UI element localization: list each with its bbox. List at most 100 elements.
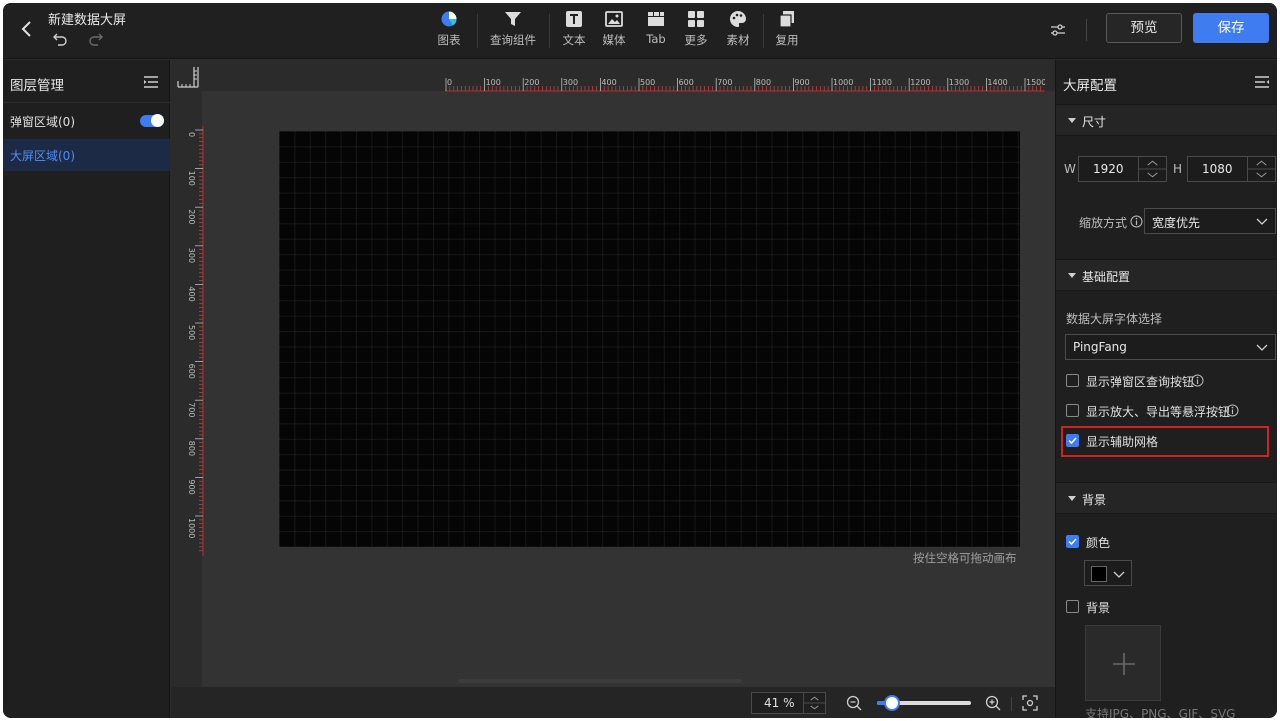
checkbox-popup-query-button[interactable]: [1066, 374, 1079, 387]
ruler-label: 300: [187, 248, 196, 263]
scale-mode-value: 宽度优先: [1152, 216, 1201, 230]
screen-canvas[interactable]: [279, 131, 1020, 547]
info-icon[interactable]: [1130, 215, 1143, 228]
tool-tab[interactable]: Tab: [643, 8, 669, 54]
tool-chart[interactable]: 图表: [433, 8, 465, 54]
redo-icon[interactable]: [88, 31, 104, 47]
zoom-slider[interactable]: [877, 695, 971, 711]
layer-item-popup-area[interactable]: 弹窗区域(0): [3, 104, 170, 138]
toolbar-divider: [477, 14, 478, 48]
ruler-label: 700: [187, 402, 196, 417]
preview-button[interactable]: 预览: [1106, 13, 1182, 43]
ruler-label: 700: [717, 78, 732, 87]
tool-text[interactable]: 文本: [561, 8, 587, 54]
chevron-down-icon: [1113, 571, 1125, 578]
tool-media[interactable]: 媒体: [601, 8, 627, 54]
grid-icon: [688, 11, 704, 27]
vertical-ruler: 0 100 200 300 400 500 600 700 800 900 1000: [187, 126, 204, 556]
section-title: 基础配置: [1082, 270, 1131, 284]
tool-materials[interactable]: 素材: [725, 8, 751, 54]
layer-panel: 图层管理 弹窗区域(0) 大屏区域(0): [3, 60, 170, 718]
layer-panel-title: 图层管理: [10, 78, 64, 94]
horizontal-ruler: 0 100 200 300 400 500 600 700 800 900 1000 1100 1200…: [445, 78, 1045, 92]
ruler-label: 900: [187, 479, 196, 494]
drag-hint: 按住空格可拖动画布: [913, 551, 1017, 565]
zoom-input[interactable]: 41 %: [751, 692, 826, 714]
canvas-area[interactable]: 0 100 200 300 400 500 600 700 800 900 1000 1100 1200…: [171, 60, 1055, 687]
color-picker[interactable]: [1084, 560, 1132, 586]
fit-screen-icon[interactable]: [1022, 695, 1038, 711]
checkbox-bg-color[interactable]: [1066, 535, 1079, 548]
save-button[interactable]: 保存: [1193, 13, 1269, 43]
section-title: 背景: [1082, 493, 1107, 507]
upload-hint: 支持JPG、PNG、GIF、SVG: [1085, 707, 1236, 718]
ruler-label: 800: [187, 441, 196, 456]
ruler-corner-icon[interactable]: [177, 66, 199, 88]
collapse-menu-icon[interactable]: [144, 76, 158, 88]
section-size-header[interactable]: 尺寸: [1056, 104, 1277, 136]
section-title: 尺寸: [1082, 115, 1107, 129]
ruler-label: 1400: [987, 78, 1007, 87]
section-background-header[interactable]: 背景: [1056, 482, 1277, 514]
font-select[interactable]: PingFang: [1065, 334, 1276, 360]
toolbar-divider: [549, 14, 550, 48]
checkbox-bg-image[interactable]: [1066, 600, 1079, 613]
ruler-label: 300: [563, 78, 578, 87]
zoom-unit: %: [783, 696, 795, 710]
layer-item-screen-area[interactable]: 大屏区域(0): [3, 139, 170, 171]
ruler-label: 600: [187, 364, 196, 379]
info-icon[interactable]: [1191, 374, 1204, 387]
tab-icon: [648, 12, 664, 26]
chevron-down-icon: [1256, 218, 1268, 225]
height-stepper[interactable]: [1247, 157, 1275, 181]
slider-thumb[interactable]: [884, 695, 901, 711]
config-panel: 大屏配置 尺寸 W 1920 H 1080 缩放方式 宽度优先 基础配置 数据大…: [1055, 60, 1277, 718]
undo-icon[interactable]: [52, 31, 68, 47]
zoom-out-icon[interactable]: [846, 695, 862, 711]
tool-more[interactable]: 更多: [683, 8, 709, 54]
horizontal-scrollbar[interactable]: [458, 679, 742, 683]
config-panel-title: 大屏配置: [1063, 78, 1117, 94]
zoom-stepper[interactable]: [803, 693, 825, 713]
tool-query[interactable]: 查询组件: [489, 8, 537, 54]
ruler-label: 100: [187, 171, 196, 186]
checkbox-label: 显示放大、导出等悬浮按钮: [1086, 405, 1231, 419]
info-icon[interactable]: [1226, 404, 1239, 417]
top-bar: 新建数据大屏 图表 查询组件 文本 媒体 Tab 更多 素材 复用 预览 保存: [3, 3, 1277, 59]
ruler-label: 200: [524, 78, 539, 87]
font-select-value: PingFang: [1073, 340, 1127, 354]
height-input[interactable]: 1080: [1187, 156, 1276, 182]
ruler-label: 200: [187, 209, 196, 224]
ruler-label: 1500: [1026, 78, 1045, 87]
filter-icon: [505, 12, 521, 26]
checkbox-float-buttons[interactable]: [1066, 404, 1079, 417]
width-stepper[interactable]: [1138, 157, 1166, 181]
section-basic-header[interactable]: 基础配置: [1056, 259, 1277, 291]
palette-icon: [730, 11, 746, 27]
width-value: 1920: [1093, 162, 1124, 176]
image-upload[interactable]: [1085, 625, 1161, 701]
ruler-label: 900: [794, 78, 809, 87]
ruler-label: 0: [447, 78, 452, 87]
ruler-label: 1300: [949, 78, 969, 87]
back-icon[interactable]: [17, 17, 37, 41]
tool-label: 素材: [726, 33, 750, 47]
caret-down-icon: [1068, 118, 1076, 123]
sliders-icon[interactable]: [1049, 21, 1067, 39]
scale-mode-select[interactable]: 宽度优先: [1144, 208, 1276, 234]
tool-reuse[interactable]: 复用: [774, 8, 800, 54]
popup-area-toggle[interactable]: [140, 114, 164, 127]
pie-chart-icon: [441, 11, 457, 27]
divider: [1011, 697, 1012, 711]
page-title: 新建数据大屏: [48, 13, 127, 28]
ruler-label: 0: [187, 132, 196, 137]
divider: [3, 102, 170, 103]
checkbox-label: 背景: [1086, 601, 1111, 615]
checkbox-show-grid[interactable]: [1066, 434, 1079, 447]
width-input[interactable]: 1920: [1078, 156, 1167, 182]
font-select-label: 数据大屏字体选择: [1066, 312, 1163, 326]
zoom-in-icon[interactable]: [985, 695, 1001, 711]
tool-label: 图表: [437, 33, 461, 47]
check-icon: [1068, 437, 1077, 445]
collapse-menu-icon[interactable]: [1255, 76, 1269, 88]
